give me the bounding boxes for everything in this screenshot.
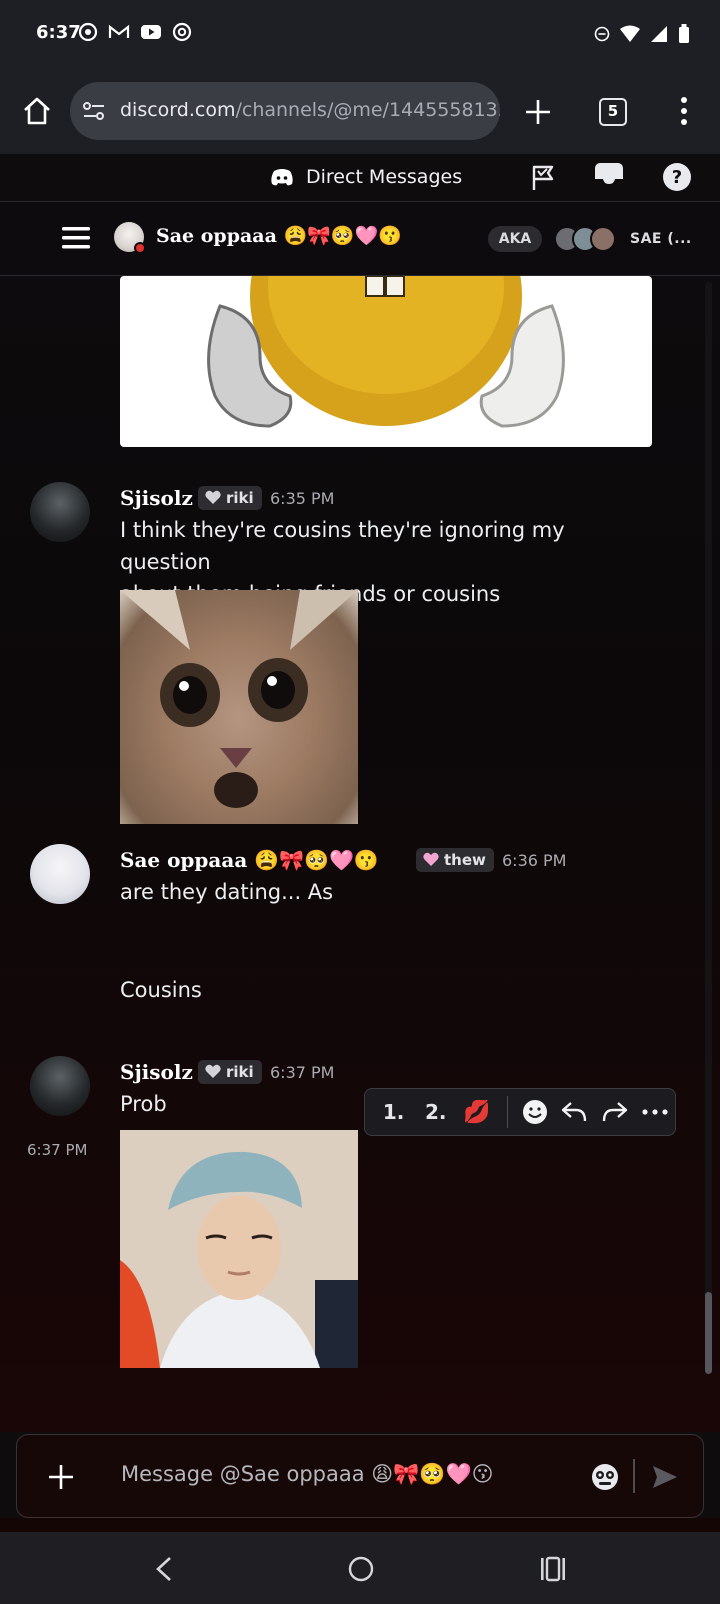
send-icon[interactable] bbox=[651, 1463, 679, 1491]
chrome-icon bbox=[78, 22, 98, 42]
guild-tag[interactable]: thew bbox=[416, 848, 494, 872]
hamburger-menu-icon[interactable] bbox=[62, 226, 90, 250]
person-photo-graphic bbox=[120, 1130, 358, 1368]
status-right-icons bbox=[594, 24, 690, 44]
url-domain: discord.com bbox=[120, 99, 236, 121]
site-settings-icon[interactable] bbox=[82, 100, 106, 122]
recents-icon[interactable] bbox=[540, 1556, 566, 1582]
dm-title-label: Direct Messages bbox=[306, 166, 463, 188]
message-text-line-1: I think they're cousins they're ignoring… bbox=[120, 518, 565, 574]
message-author[interactable]: Sjisolz bbox=[120, 486, 193, 510]
reply-icon bbox=[561, 1102, 587, 1122]
message-input[interactable]: Message @Sae oppaaa 😩🎀🥺🩷😗 bbox=[121, 1462, 494, 1487]
message-author[interactable]: Sjisolz bbox=[120, 1060, 193, 1084]
quick-reaction-1[interactable]: 1. bbox=[371, 1088, 416, 1136]
message-composer: Message @Sae oppaaa 😩🎀🥺🩷😗 bbox=[16, 1434, 704, 1518]
heart-icon bbox=[205, 1064, 221, 1078]
toolbar-divider bbox=[506, 1096, 509, 1128]
sjisolz-avatar[interactable] bbox=[30, 1056, 90, 1116]
aka-button[interactable]: AKA bbox=[488, 226, 542, 252]
message-timestamp: 6:35 PM bbox=[270, 489, 335, 508]
guild-tag-label: riki bbox=[226, 489, 254, 507]
reply-button[interactable] bbox=[553, 1088, 594, 1136]
heart-icon bbox=[423, 852, 439, 866]
tab-switcher-button[interactable]: 5 bbox=[599, 98, 627, 126]
address-bar[interactable]: discord.com/channels/@me/1445558132 bbox=[70, 82, 500, 140]
group-avatars[interactable] bbox=[554, 226, 618, 254]
new-tab-icon[interactable] bbox=[524, 98, 552, 126]
message-timestamp: 6:36 PM bbox=[502, 851, 567, 870]
wifi-icon bbox=[620, 25, 640, 42]
system-nav-bar bbox=[0, 1532, 720, 1604]
more-button[interactable] bbox=[636, 1088, 675, 1136]
add-attachment-icon[interactable] bbox=[47, 1463, 75, 1491]
help-icon[interactable]: ? bbox=[662, 162, 692, 192]
sae-oppaaa-avatar[interactable] bbox=[30, 844, 90, 904]
guild-tag[interactable]: riki bbox=[198, 1060, 262, 1084]
signal-icon bbox=[651, 26, 667, 42]
cartoon-character-graphic bbox=[207, 276, 565, 428]
message-hover-toolbar: 1. 2. 💋 bbox=[364, 1088, 676, 1136]
url-text: discord.com/channels/@me/1445558132 bbox=[120, 99, 500, 121]
person-gif-attachment[interactable] bbox=[120, 1130, 358, 1368]
add-reaction-button[interactable] bbox=[516, 1088, 553, 1136]
channel-name[interactable]: Sae oppaaa 😩🎀🥺🩷😗 bbox=[156, 224, 402, 247]
dnd-icon bbox=[594, 26, 610, 42]
more-icon bbox=[642, 1109, 668, 1115]
sjisolz-avatar[interactable] bbox=[30, 482, 90, 542]
dm-title[interactable]: Direct Messages bbox=[270, 166, 462, 188]
url-path: /channels/@me/1445558132 bbox=[235, 99, 500, 121]
forward-icon bbox=[602, 1102, 628, 1122]
home-icon[interactable] bbox=[22, 96, 52, 126]
dm-header: Direct Messages ? bbox=[0, 154, 720, 202]
status-dnd-indicator bbox=[134, 242, 146, 254]
browser-menu-icon[interactable] bbox=[680, 96, 688, 126]
battery-icon bbox=[679, 24, 689, 43]
composer-divider bbox=[633, 1459, 635, 1493]
side-timestamp: 6:37 PM bbox=[27, 1141, 88, 1159]
quick-reaction-2[interactable]: 2. bbox=[416, 1088, 455, 1136]
heart-icon bbox=[205, 490, 221, 504]
gmail-icon bbox=[108, 24, 130, 38]
group-avatar-3 bbox=[590, 226, 616, 252]
message-text: Prob bbox=[120, 1092, 167, 1116]
guild-tag-label: riki bbox=[226, 1063, 254, 1081]
emoji-icon bbox=[522, 1100, 547, 1124]
channel-header: Sae oppaaa 😩🎀🥺🩷😗 AKA SAE (... bbox=[0, 202, 720, 276]
cat-gif-attachment[interactable] bbox=[120, 590, 358, 824]
forward-button[interactable] bbox=[595, 1088, 636, 1136]
quick-reaction-kiss[interactable]: 💋 bbox=[455, 1088, 498, 1136]
inbox-icon[interactable] bbox=[594, 162, 624, 192]
browser-toolbar: discord.com/channels/@me/1445558132 5 bbox=[0, 70, 720, 154]
message-author[interactable]: Sae oppaaa 😩🎀🥺🩷😗 bbox=[120, 848, 379, 872]
flag-icon[interactable] bbox=[530, 164, 556, 192]
emoji-picker-icon[interactable] bbox=[591, 1463, 619, 1491]
threads-icon bbox=[172, 22, 192, 42]
composer-bottom-strip bbox=[0, 1518, 720, 1532]
svg-text:?: ? bbox=[672, 167, 682, 188]
scrollbar-thumb[interactable] bbox=[705, 1292, 712, 1374]
home-nav-icon[interactable] bbox=[348, 1556, 374, 1582]
status-left-icons bbox=[78, 22, 192, 42]
message-list[interactable]: Sjisolz riki 6:35 PM I think they're cou… bbox=[0, 276, 720, 1432]
status-bar: 6:37 bbox=[0, 0, 720, 70]
emoji-character-image[interactable] bbox=[120, 276, 652, 447]
message-timestamp: 6:37 PM bbox=[270, 1063, 335, 1082]
group-name-label[interactable]: SAE (... bbox=[630, 231, 692, 247]
youtube-icon bbox=[141, 25, 161, 39]
scroll-track[interactable] bbox=[705, 282, 712, 1372]
guild-tag[interactable]: riki bbox=[198, 486, 262, 510]
status-time: 6:37 bbox=[36, 22, 81, 43]
cat-face-graphic bbox=[120, 590, 358, 808]
guild-tag-label: thew bbox=[444, 851, 486, 869]
back-icon[interactable] bbox=[154, 1556, 174, 1582]
message-followup-text: Cousins bbox=[120, 978, 202, 1002]
message-text: are they dating... As bbox=[120, 880, 334, 904]
discord-logo-icon bbox=[271, 169, 293, 186]
